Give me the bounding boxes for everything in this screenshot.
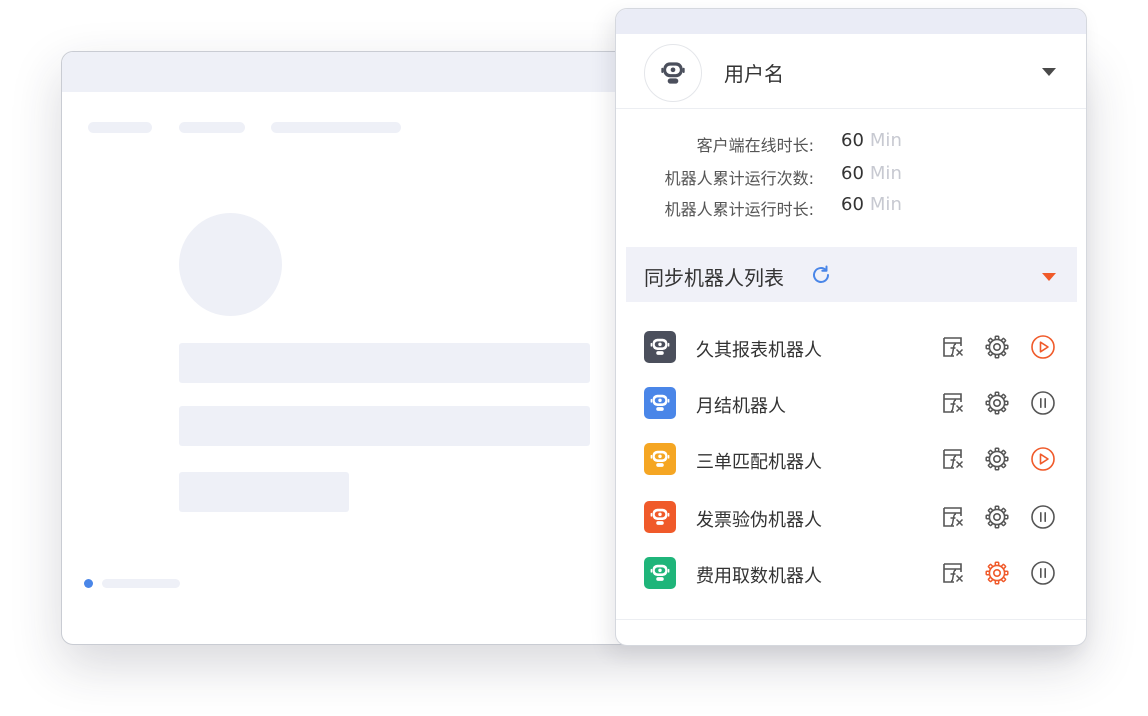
skeleton-nav-3 xyxy=(271,122,401,133)
robot-row[interactable]: 费用取数机器人 xyxy=(616,551,1086,595)
pause-circle-icon[interactable] xyxy=(1030,390,1056,416)
skeleton-bar-1 xyxy=(179,343,590,383)
play-circle-icon[interactable] xyxy=(1030,446,1056,472)
gear-icon[interactable] xyxy=(984,560,1010,586)
stat-label: 客户端在线时长: xyxy=(696,136,814,155)
stat-label: 机器人累计运行次数: xyxy=(664,169,814,188)
sync-robot-list-header[interactable]: 同步机器人列表 xyxy=(626,247,1077,302)
formula-fx-icon[interactable] xyxy=(940,504,966,530)
formula-fx-icon[interactable] xyxy=(940,446,966,472)
formula-fx-icon[interactable] xyxy=(940,560,966,586)
robot-row[interactable]: 久其报表机器人 xyxy=(616,325,1086,369)
skeleton-dot xyxy=(84,579,93,588)
user-header[interactable]: 用户名 xyxy=(616,34,1086,109)
refresh-icon[interactable] xyxy=(809,263,833,287)
stat-label: 机器人累计运行时长: xyxy=(664,200,814,219)
skeleton-nav-1 xyxy=(88,122,152,133)
robot-name: 三单匹配机器人 xyxy=(696,452,822,473)
stat-unit: Min xyxy=(869,163,902,184)
robot-row[interactable]: 月结机器人 xyxy=(616,381,1086,425)
robot-icon xyxy=(644,331,676,363)
robot-icon xyxy=(644,387,676,419)
robot-avatar-icon xyxy=(644,44,702,102)
formula-fx-icon[interactable] xyxy=(940,390,966,416)
stat-value: 60 Min xyxy=(841,130,902,151)
stat-row: 机器人累计运行次数: 60 Min xyxy=(616,162,1086,192)
gear-icon[interactable] xyxy=(984,334,1010,360)
gear-icon[interactable] xyxy=(984,446,1010,472)
robot-name: 费用取数机器人 xyxy=(696,566,822,587)
robot-icon xyxy=(644,557,676,589)
caret-down-icon[interactable] xyxy=(1042,68,1056,76)
caret-down-icon[interactable] xyxy=(1042,273,1056,281)
skeleton-bar-3 xyxy=(179,472,349,512)
gear-icon[interactable] xyxy=(984,390,1010,416)
stat-unit: Min xyxy=(869,130,902,151)
robot-icon xyxy=(644,501,676,533)
stat-value: 60 Min xyxy=(841,163,902,184)
robot-name: 久其报表机器人 xyxy=(696,340,822,361)
robot-name: 发票验伪机器人 xyxy=(696,510,822,531)
play-circle-icon[interactable] xyxy=(1030,334,1056,360)
robot-panel: 用户名 客户端在线时长: 60 Min 机器人累计运行次数: 60 Min 机器人累… xyxy=(615,8,1087,646)
stat-unit: Min xyxy=(869,194,902,215)
robot-row[interactable]: 发票验伪机器人 xyxy=(616,495,1086,539)
stat-row: 机器人累计运行时长: 60 Min xyxy=(616,193,1086,223)
panel-topbar xyxy=(616,9,1086,34)
skeleton-footer-line xyxy=(102,579,180,588)
skeleton-avatar xyxy=(179,213,282,316)
robot-name: 月结机器人 xyxy=(696,396,786,417)
pause-circle-icon[interactable] xyxy=(1030,504,1056,530)
robot-icon xyxy=(644,443,676,475)
robot-row[interactable]: 三单匹配机器人 xyxy=(616,437,1086,481)
skeleton-nav-2 xyxy=(179,122,245,133)
gear-icon[interactable] xyxy=(984,504,1010,530)
stat-value: 60 Min xyxy=(841,194,902,215)
sync-title: 同步机器人列表 xyxy=(644,266,784,290)
stat-row: 客户端在线时长: 60 Min xyxy=(616,129,1086,159)
panel-divider xyxy=(616,619,1086,620)
username-label: 用户名 xyxy=(724,62,784,86)
formula-fx-icon[interactable] xyxy=(940,334,966,360)
pause-circle-icon[interactable] xyxy=(1030,560,1056,586)
skeleton-bar-2 xyxy=(179,406,590,446)
